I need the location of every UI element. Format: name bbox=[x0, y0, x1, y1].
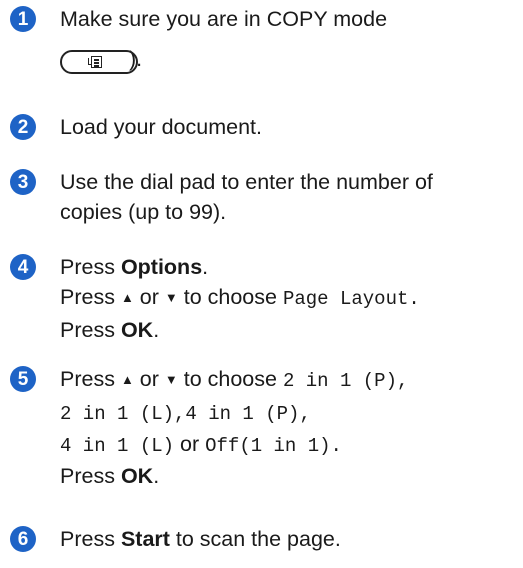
step-5-line-4: Press OK. bbox=[60, 464, 160, 488]
step-3-line-1: Use the dial pad to enter the number of bbox=[60, 170, 433, 194]
step-1-text: Make sure you are in COPY mode bbox=[60, 7, 388, 31]
option-2in1-l: 2 in 1 (L), bbox=[60, 403, 186, 425]
option-off: Off(1 in 1). bbox=[205, 435, 342, 457]
step-3: 3 Use the dial pad to enter the number o… bbox=[10, 167, 519, 227]
down-arrow-icon: ▼ bbox=[164, 290, 178, 305]
step-3-line-2: copies (up to 99). bbox=[60, 200, 227, 224]
step-5-line-2: 2 in 1 (L),4 in 1 (P), bbox=[60, 397, 519, 429]
step-number-6: 6 bbox=[10, 526, 36, 552]
step-6: 6 Press Start to scan the page. bbox=[10, 524, 519, 554]
copy-mode-key-icon bbox=[60, 50, 138, 74]
page-layout-option: Page Layout. bbox=[282, 288, 420, 310]
step-6-text: Press Start to scan the page. bbox=[60, 527, 341, 551]
start-key-label: Start bbox=[120, 527, 170, 551]
up-arrow-icon: ▲ bbox=[120, 290, 134, 305]
step-4: 4 Press Options. Press ▲ or ▼ to choose … bbox=[10, 252, 519, 345]
options-key-label: Options bbox=[120, 255, 203, 279]
ok-key-label: OK bbox=[120, 464, 154, 488]
step-4-line-1: Press Options. bbox=[60, 255, 209, 279]
step-5-line-1: Press ▲ or ▼ to choose 2 in 1 (P), bbox=[60, 367, 409, 392]
step-5-line-3: 4 in 1 (L) or Off(1 in 1). bbox=[60, 432, 342, 457]
step-number-1: 1 bbox=[10, 6, 36, 32]
step-4-line-3: Press OK. bbox=[60, 318, 160, 342]
option-4in1-l: 4 in 1 (L) bbox=[60, 435, 175, 457]
option-2in1-p: 2 in 1 (P), bbox=[282, 370, 409, 392]
step-2: 2 Load your document. bbox=[10, 112, 519, 142]
step-2-text: Load your document. bbox=[60, 115, 262, 139]
down-arrow-icon: ▼ bbox=[164, 372, 178, 387]
step-number-4: 4 bbox=[10, 254, 36, 280]
ok-key-label: OK bbox=[120, 318, 154, 342]
up-arrow-icon: ▲ bbox=[120, 372, 134, 387]
step-number-3: 3 bbox=[10, 169, 36, 195]
step-number-2: 2 bbox=[10, 114, 36, 140]
step-5: 5 Press ▲ or ▼ to choose 2 in 1 (P), 2 i… bbox=[10, 364, 519, 491]
step-1: 1 Make sure you are in COPY mode ). bbox=[10, 4, 519, 74]
step-4-line-2: Press ▲ or ▼ to choose Page Layout. bbox=[60, 285, 420, 310]
option-4in1-p: 4 in 1 (P), bbox=[185, 403, 311, 425]
step-number-5: 5 bbox=[10, 366, 36, 392]
